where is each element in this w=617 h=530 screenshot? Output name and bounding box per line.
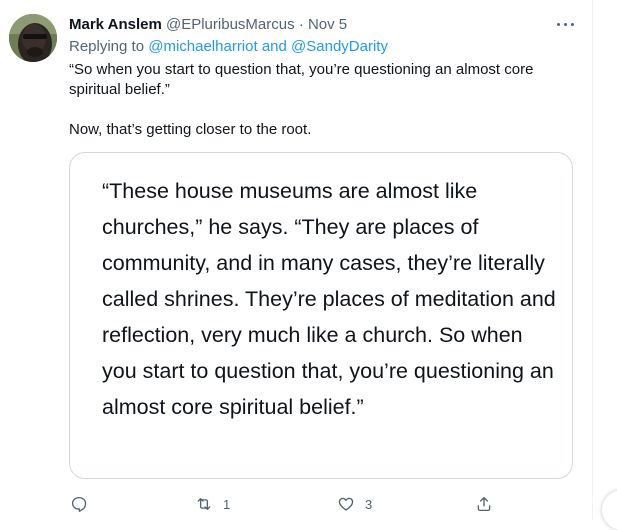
tweet-text: “So when you start to question that, you… (69, 60, 569, 140)
tweet-header: Mark Anslem @EPluribusMarcus · Nov 5 (69, 15, 347, 35)
share-icon (477, 496, 491, 512)
reply-icon (71, 496, 87, 512)
tweet-date[interactable]: Nov 5 (308, 16, 347, 33)
replying-prefix: Replying to (69, 38, 145, 55)
like-button[interactable]: 3 (337, 494, 372, 514)
image-quote-text: “These house museums are almost like chu… (102, 179, 556, 419)
tweet[interactable]: Mark Anslem @EPluribusMarcus · Nov 5 Rep… (0, 0, 593, 520)
floating-button[interactable] (602, 490, 617, 530)
more-options-button[interactable] (555, 16, 577, 34)
action-bar: 1 3 (0, 494, 592, 514)
retweet-icon (197, 498, 211, 510)
display-name[interactable]: Mark Anslem (69, 16, 162, 33)
attached-image[interactable]: “These house museums are almost like chu… (69, 152, 573, 479)
like-count: 3 (365, 496, 373, 512)
reply-mention-and: and (261, 38, 287, 55)
replying-to-line: Replying to @michaelharriot and @SandyDa… (69, 37, 388, 57)
separator-dot: · (298, 16, 304, 33)
avatar[interactable] (9, 14, 57, 62)
heart-icon (338, 497, 354, 511)
reply-mention-2[interactable]: @SandyDarity (291, 38, 388, 55)
avatar-image (9, 14, 57, 62)
reply-button[interactable] (70, 494, 98, 514)
user-handle[interactable]: @EPluribusMarcus (166, 16, 295, 33)
tweet-paragraph-2: Now, that’s getting closer to the root. (69, 121, 312, 138)
share-button[interactable] (475, 494, 493, 514)
retweet-button[interactable]: 1 (195, 494, 230, 514)
tweet-paragraph-1: “So when you start to question that, you… (69, 61, 534, 98)
retweet-count: 1 (223, 496, 231, 512)
reply-mention-1[interactable]: @michaelharriot (148, 38, 257, 55)
